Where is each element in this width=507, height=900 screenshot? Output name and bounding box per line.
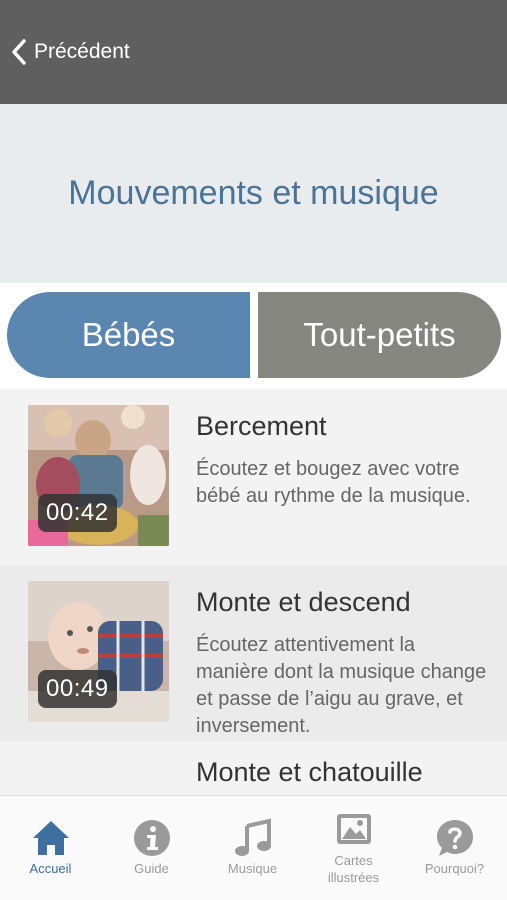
- question-bubble-icon: [437, 820, 473, 856]
- tab-accueil[interactable]: Accueil: [0, 796, 101, 900]
- item-description: Écoutez et bougez avec votre bébé au ryt…: [196, 458, 471, 507]
- tab-label: Musique: [227, 861, 278, 876]
- tab-label: Guide: [134, 861, 169, 876]
- video-thumbnail: 00:42: [28, 405, 169, 546]
- back-button[interactable]: Précédent: [10, 38, 130, 66]
- list-item[interactable]: 00:49 Monte et descend Écoutez attentive…: [0, 565, 507, 743]
- tab-label: Pourquoi?: [424, 861, 485, 876]
- segment-bebes[interactable]: Bébés: [7, 292, 250, 378]
- title-banner: Mouvements et musique: [0, 104, 507, 283]
- back-label: Précédent: [34, 40, 130, 63]
- age-segmented-control: Bébés Tout-petits: [0, 283, 507, 389]
- tab-pourquoi[interactable]: Pourquoi?: [404, 796, 505, 900]
- list-item[interactable]: 00:42 Bercement Écoutez et bougez avec v…: [0, 389, 507, 567]
- item-title: Monte et descend: [196, 587, 411, 617]
- chevron-left-icon: [12, 39, 26, 65]
- home-icon: [33, 821, 69, 855]
- page-title: Mouvements et musique: [68, 174, 439, 212]
- item-title: Monte et chatouille: [196, 757, 423, 787]
- video-duration: 00:42: [38, 494, 117, 532]
- video-thumbnail: 00:49: [28, 581, 169, 722]
- segment-tout-petits[interactable]: Tout-petits: [258, 292, 501, 378]
- picture-icon: [337, 814, 371, 844]
- tab-guide[interactable]: Guide: [101, 796, 202, 900]
- list-item[interactable]: Monte et chatouille: [0, 741, 507, 795]
- video-list[interactable]: 00:42 Bercement Écoutez et bougez avec v…: [0, 389, 507, 795]
- item-description: Écoutez attentivement la manière dont la…: [196, 634, 487, 737]
- item-title: Bercement: [196, 411, 327, 441]
- tab-label: Accueil: [29, 861, 72, 876]
- tab-cartes-illustrees[interactable]: Cartes illustrées: [303, 796, 404, 900]
- tab-musique[interactable]: Musique: [202, 796, 303, 900]
- navigation-bar: Précédent: [0, 0, 507, 104]
- music-note-icon: [235, 818, 271, 856]
- tab-bar: Accueil Guide Musique Cartesillustrées: [0, 795, 507, 900]
- video-duration: 00:49: [38, 670, 117, 708]
- tab-label: Cartes illustrées: [327, 853, 380, 885]
- info-icon: [134, 820, 170, 856]
